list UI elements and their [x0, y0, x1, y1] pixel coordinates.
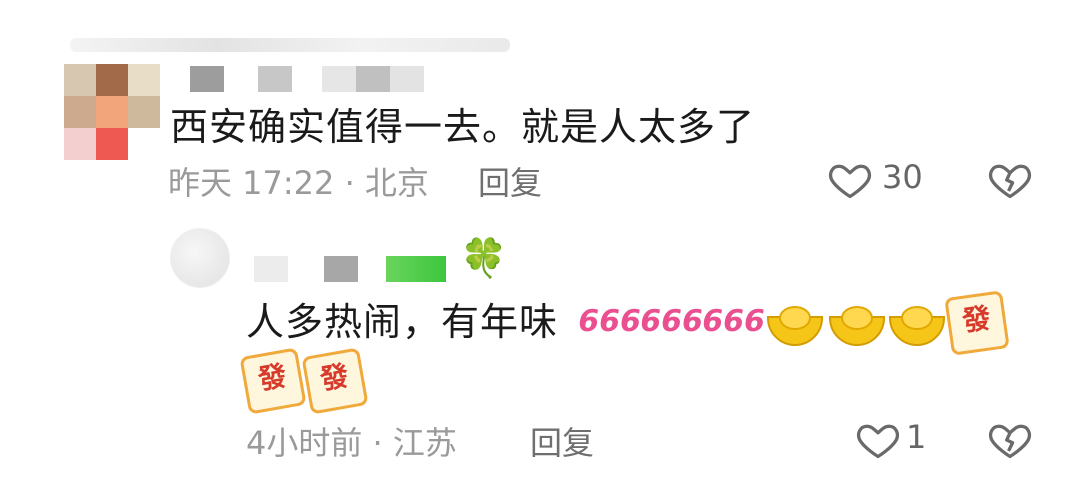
reply-text: 人多热闹，有年味: [246, 298, 558, 346]
comment-username-blurred[interactable]: [172, 66, 512, 92]
gold-ingot-emoji-2: [826, 300, 885, 348]
comment-text: 西安确实值得一去。就是人太多了: [170, 105, 756, 149]
meta-separator: ·: [334, 164, 365, 202]
reply-meta: 4小时前 · 江苏: [246, 418, 457, 464]
meta-separator: ·: [362, 424, 393, 462]
reply-location: 江苏: [392, 424, 457, 462]
heart-outline-icon: [856, 424, 900, 459]
gold-ingot-emoji-3: [886, 300, 945, 348]
reply-dislike-button[interactable]: [988, 418, 1032, 462]
reply-like-count: 1: [906, 418, 927, 456]
reply-time: 4小时前: [246, 424, 363, 462]
like-count: 30: [882, 158, 923, 196]
previous-username-faded: [70, 38, 510, 52]
comment-location: 北京: [364, 164, 429, 202]
emoji-666-1: 666: [574, 304, 644, 339]
mahjong-fa-emoji-1: 發: [944, 290, 1010, 356]
comment-time: 昨天 17:22: [168, 164, 335, 202]
comment-avatar[interactable]: [64, 64, 160, 160]
broken-heart-icon: [988, 424, 1032, 459]
mahjong-fa-emoji-2: 發: [239, 347, 307, 415]
like-button[interactable]: [828, 158, 872, 202]
broken-heart-icon: [988, 164, 1032, 199]
gold-ingot-emoji-1: [764, 300, 823, 348]
comment-reply-button[interactable]: 回复: [478, 158, 542, 204]
emoji-666-2: 666: [636, 304, 706, 339]
comment-meta: 昨天 17:22 · 北京: [168, 158, 429, 204]
emoji-666-3: 666: [698, 304, 768, 339]
reply-avatar[interactable]: [170, 228, 230, 288]
reply-like-button[interactable]: [856, 418, 900, 462]
reply-message: 人多热闹，有年味: [246, 300, 559, 344]
reply-username-blurred[interactable]: [254, 256, 464, 282]
mahjong-fa-emoji-3: 發: [301, 347, 369, 415]
clover-icon: 🍀: [460, 236, 508, 280]
heart-outline-icon: [828, 164, 872, 199]
reply-reply-button[interactable]: 回复: [530, 418, 594, 464]
dislike-button[interactable]: [988, 158, 1032, 202]
